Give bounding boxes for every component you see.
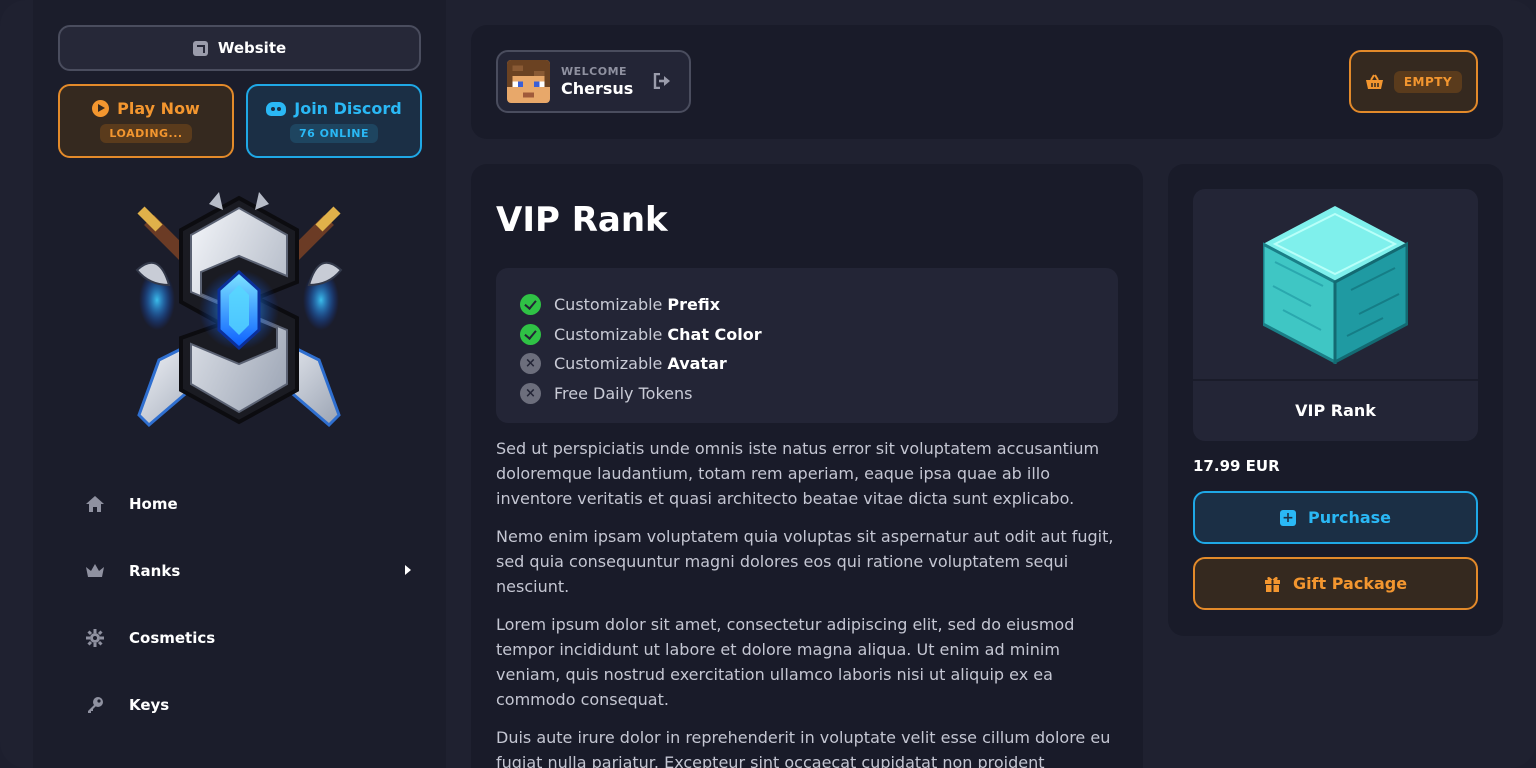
feature-text: Customizable xyxy=(554,324,663,344)
feature-text: Free Daily Tokens xyxy=(554,383,693,403)
nav-item-home[interactable]: Home xyxy=(83,470,413,537)
purchase-label: Purchase xyxy=(1307,508,1392,527)
join-discord-button[interactable]: Join Discord 76 ONLINE xyxy=(246,84,422,158)
feature-highlight: Chat Color xyxy=(667,324,762,344)
feature-item: Customizable Prefix xyxy=(520,290,1118,320)
product-purchase-panel: VIP Rank 17.99 EUR + Purchase Gift Packa… xyxy=(1168,164,1503,636)
server-logo[interactable] xyxy=(119,190,359,435)
play-now-button[interactable]: Play Now LOADING... xyxy=(58,84,234,158)
basket-icon xyxy=(1365,73,1383,89)
description-paragraph: Duis aute irure dolor in reprehenderit i… xyxy=(496,728,1111,768)
diamond-block-image xyxy=(1263,206,1408,364)
user-profile-box[interactable]: WELCOME Chersus xyxy=(496,50,691,113)
feature-highlight: Avatar xyxy=(667,354,727,374)
join-discord-label: Join Discord xyxy=(294,99,402,118)
page-title: VIP Rank xyxy=(496,200,668,240)
discord-icon xyxy=(266,101,287,116)
description-paragraph: Nemo enim ipsam voluptatem quia voluptas… xyxy=(496,527,1114,596)
logout-icon[interactable] xyxy=(653,73,671,89)
check-icon xyxy=(520,294,541,316)
server-status-badge: LOADING... xyxy=(100,124,192,143)
gift-package-label: Gift Package xyxy=(1292,574,1408,593)
discord-online-badge: 76 ONLINE xyxy=(289,124,379,143)
gift-package-button[interactable]: Gift Package xyxy=(1193,557,1478,610)
welcome-label: WELCOME xyxy=(561,65,628,78)
product-card: VIP Rank xyxy=(1193,189,1478,441)
description-paragraph: Sed ut perspiciatis unde omnis iste natu… xyxy=(496,439,1100,508)
website-button[interactable]: Website xyxy=(58,25,421,71)
description-paragraph: Lorem ipsum dolor sit amet, consectetur … xyxy=(496,615,1075,709)
nav-label-home: Home xyxy=(129,494,178,513)
gear-icon xyxy=(85,628,105,648)
feature-item: Customizable Chat Color xyxy=(520,320,1118,350)
chevron-right-icon xyxy=(405,565,411,575)
home-icon xyxy=(85,494,105,514)
app-frame: Website Play Now LOADING... Join Discord… xyxy=(0,0,1536,768)
purchase-button[interactable]: + Purchase xyxy=(1193,491,1478,544)
description-text: Sed ut perspiciatis unde omnis iste natu… xyxy=(496,436,1126,768)
nav-label-ranks: Ranks xyxy=(129,561,181,580)
play-now-label: Play Now xyxy=(117,99,200,118)
nav-item-ranks[interactable]: Ranks xyxy=(83,537,413,604)
product-name: VIP Rank xyxy=(1295,401,1376,420)
nav-item-cosmetics[interactable]: Cosmetics xyxy=(83,604,413,671)
username: Chersus xyxy=(561,79,634,98)
sidebar: Website Play Now LOADING... Join Discord… xyxy=(33,0,446,768)
cross-icon: × xyxy=(520,382,541,404)
nav-label-cosmetics: Cosmetics xyxy=(129,628,216,647)
product-description-panel: VIP Rank Customizable Prefix Customizabl… xyxy=(471,164,1143,768)
cart-button[interactable]: EMPTY xyxy=(1349,50,1478,113)
cross-icon: × xyxy=(520,353,541,375)
feature-list: Customizable Prefix Customizable Chat Co… xyxy=(496,268,1118,423)
main-nav: Home Ranks Cosmetics Keys xyxy=(83,470,413,738)
website-label: Website xyxy=(217,39,287,57)
cart-status-badge: EMPTY xyxy=(1393,70,1463,93)
avatar xyxy=(507,60,550,103)
nav-label-keys: Keys xyxy=(129,695,170,714)
top-bar: WELCOME Chersus EMPTY xyxy=(471,25,1503,139)
feature-text: Customizable xyxy=(554,295,663,315)
crown-icon xyxy=(85,561,105,581)
check-icon xyxy=(520,323,541,345)
nav-item-keys[interactable]: Keys xyxy=(83,671,413,738)
product-price: 17.99 EUR xyxy=(1193,457,1280,475)
gift-icon xyxy=(1264,576,1280,592)
feature-item: × Free Daily Tokens xyxy=(520,379,1118,409)
external-link-icon xyxy=(192,40,208,56)
feature-highlight: Prefix xyxy=(667,295,721,315)
feature-text: Customizable xyxy=(554,354,663,374)
play-icon xyxy=(92,100,110,117)
plus-icon: + xyxy=(1279,509,1296,526)
key-icon xyxy=(85,695,105,715)
feature-item: × Customizable Avatar xyxy=(520,349,1118,379)
